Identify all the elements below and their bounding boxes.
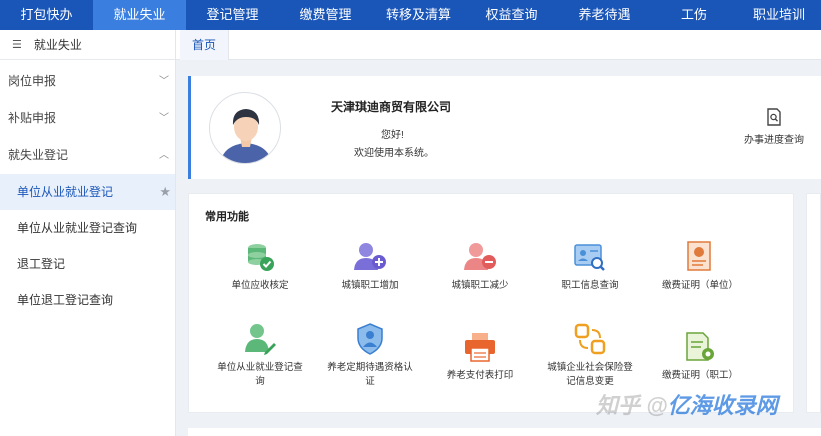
profile-card: 天津琪迪商贸有限公司 您好! 欢迎使用本系统。 办事进度查询	[188, 76, 821, 179]
sidebar-item-resignation-query[interactable]: 单位退工登记查询	[0, 282, 175, 318]
user-add-icon	[354, 243, 386, 270]
function-label: 城镇职工增加	[341, 280, 399, 291]
nav-item-rights-query[interactable]: 权益查询	[465, 0, 558, 30]
watermark: 知乎 @亿海收录网	[596, 388, 778, 420]
function-label: 养老支付表打印	[446, 370, 514, 381]
progress-query-label: 办事进度查询	[744, 135, 804, 146]
printer-icon	[465, 333, 495, 362]
tab-bar: 首页	[176, 30, 821, 60]
function-label: 职工信息查询	[561, 280, 619, 291]
function-label: 养老定期待遇资格认证	[327, 362, 413, 387]
star-icon[interactable]: ★	[159, 174, 171, 210]
nav-item-injury[interactable]: 工伤	[651, 0, 737, 30]
function-label: 城镇企业社会保险登记信息变更	[547, 362, 633, 387]
chevron-up-icon: ︿	[159, 150, 169, 161]
sidebar-item-label: 退工登记	[17, 257, 66, 271]
welcome-text: 欢迎使用本系统。	[354, 148, 434, 159]
sidebar-group-post[interactable]: 岗位申报 ﹀	[0, 63, 175, 100]
id-card-search-icon	[574, 244, 605, 271]
nav-item-registration[interactable]: 登记管理	[186, 0, 279, 30]
function-pension-print[interactable]: 养老支付表打印	[425, 330, 535, 383]
avatar	[209, 92, 281, 164]
chevron-down-icon: ﹀	[159, 76, 169, 87]
sidebar-item-label: 单位退工登记查询	[17, 293, 114, 307]
sidebar-item-label: 单位从业就业登记	[17, 185, 114, 199]
sidebar-group-unemployment[interactable]: 就失业登记 ︿	[0, 137, 175, 174]
sidebar-item-employment-registration-query[interactable]: 单位从业就业登记查询	[0, 210, 175, 246]
function-label: 城镇职工减少	[451, 280, 509, 291]
shield-user-icon	[357, 323, 383, 355]
function-pension-qualification[interactable]: 养老定期待遇资格认证	[315, 322, 425, 389]
user-remove-icon	[464, 243, 496, 270]
top-nav: 打包快办 就业失业 登记管理 缴费管理 转移及清算 权益查询 养老待遇 工伤 职…	[0, 0, 821, 30]
sidebar-item-resignation-registration[interactable]: 退工登记	[0, 246, 175, 282]
section-title: 常用功能	[205, 211, 249, 223]
sidebar: ☰ 就业失业 岗位申报 ﹀ 补贴申报 ﹀ 就失业登记 ︿ 单位从业就业登记 ★ …	[0, 30, 176, 436]
function-employee-info-query[interactable]: 职工信息查询	[535, 240, 645, 293]
tab-home[interactable]: 首页	[180, 30, 230, 60]
company-name: 天津琪迪商贸有限公司	[331, 100, 452, 114]
certificate-icon	[687, 241, 711, 271]
watermark-prefix: 知乎 @	[596, 393, 668, 418]
sidebar-title: 就业失业	[33, 37, 82, 52]
chevron-down-icon: ﹀	[159, 113, 169, 124]
sidebar-group-label: 补贴申报	[8, 111, 57, 125]
sidebar-group-subsidy[interactable]: 补贴申报 ﹀	[0, 100, 175, 137]
greeting-text: 您好!	[381, 130, 404, 141]
function-unit-receivable-verify[interactable]: 单位应收核定	[205, 240, 315, 293]
sidebar-header: ☰ 就业失业	[0, 30, 175, 60]
menu-list-icon[interactable]: ☰	[12, 30, 22, 60]
user-edit-icon	[245, 324, 276, 355]
coins-check-icon	[248, 244, 274, 271]
function-insurance-info-change[interactable]: 城镇企业社会保险登记信息变更	[535, 322, 645, 389]
function-employee-add[interactable]: 城镇职工增加	[315, 240, 425, 293]
function-payment-cert-unit[interactable]: 缴费证明（单位）	[645, 240, 755, 293]
sidebar-group-label: 岗位申报	[8, 74, 57, 88]
common-functions-card: 常用功能 单位应收核定 城镇职工增加 城镇职工减少 职工信息查询 缴费证明（单位…	[188, 193, 794, 413]
nav-item-employment[interactable]: 就业失业	[93, 0, 186, 30]
function-label: 缴费证明（职工）	[661, 370, 738, 381]
function-employee-remove[interactable]: 城镇职工减少	[425, 240, 535, 293]
progress-query-link[interactable]: 办事进度查询	[742, 108, 806, 148]
sidebar-group-label: 就失业登记	[8, 148, 69, 162]
side-panel	[806, 193, 821, 413]
sidebar-item-label: 单位从业就业登记查询	[17, 221, 138, 235]
function-label: 单位从业就业登记查询	[217, 362, 303, 387]
exchange-icon	[574, 323, 606, 355]
watermark-brand: 亿海收录网	[667, 393, 778, 418]
document-search-icon	[767, 108, 781, 126]
nav-item-transfer[interactable]: 转移及清算	[372, 0, 465, 30]
function-employment-registration-query[interactable]: 单位从业就业登记查询	[205, 322, 315, 389]
user-avatar-icon	[220, 109, 272, 163]
function-payment-cert-employee[interactable]: 缴费证明（职工）	[645, 330, 755, 383]
function-label: 缴费证明（单位）	[661, 280, 738, 291]
nav-item-payment[interactable]: 缴费管理	[279, 0, 372, 30]
function-label: 单位应收核定	[231, 280, 289, 291]
nav-item-pension[interactable]: 养老待遇	[558, 0, 651, 30]
nav-item-bundle[interactable]: 打包快办	[0, 0, 93, 30]
bottom-panel	[188, 428, 821, 436]
nav-item-training[interactable]: 职业培训	[737, 0, 821, 30]
doc-gear-icon	[686, 332, 714, 361]
sidebar-item-employment-registration[interactable]: 单位从业就业登记 ★	[0, 174, 175, 210]
